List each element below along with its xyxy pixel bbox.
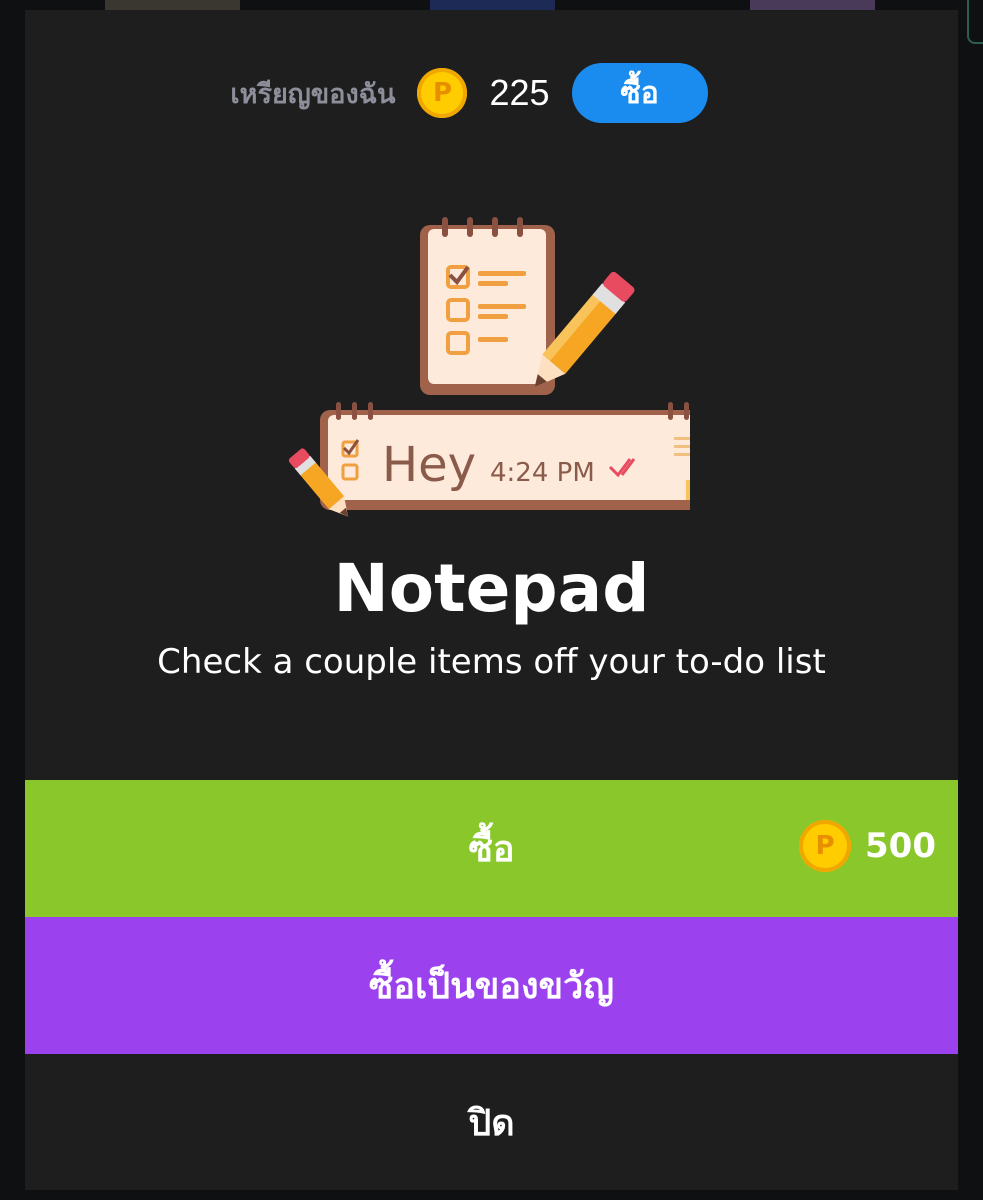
close-button-label: ปิด: [468, 1102, 515, 1144]
my-coins-label: เหรียญของฉัน: [230, 78, 396, 110]
price-tag: P 500: [799, 820, 936, 872]
background-thumbnail: [430, 0, 555, 10]
coin-balance: 225: [489, 72, 550, 113]
illustration-time: 4:24 PM: [490, 458, 595, 488]
buy-as-gift-button[interactable]: ซื้อเป็นของขวัญ: [25, 917, 958, 1054]
coin-icon: P: [417, 68, 468, 118]
notepad-illustration: Hey 4:24 PM: [288, 217, 690, 517]
item-description: Check a couple items off your to-do list: [157, 642, 826, 682]
close-button[interactable]: ปิด: [25, 1054, 958, 1190]
buy-button[interactable]: ซื้อ P 500: [25, 780, 958, 917]
buy-coins-button[interactable]: ซื้อ: [571, 63, 708, 123]
background-thumbnail: [750, 0, 875, 10]
purchase-dialog: เหรียญของฉัน P 225 ซื้อ Hey 4:24 PM Note…: [25, 10, 958, 1190]
illustration-text: Hey: [382, 437, 476, 493]
item-title: Notepad: [333, 550, 650, 627]
buy-button-label: ซื้อ: [468, 829, 515, 870]
gift-button-label: ซื้อเป็นของขวัญ: [368, 966, 615, 1007]
background-thumbnail: [105, 0, 240, 10]
coin-balance-bar: เหรียญของฉัน P 225 ซื้อ: [25, 53, 958, 133]
price-value: 500: [865, 826, 936, 866]
background-edge: [967, 0, 983, 44]
coin-icon: P: [799, 820, 852, 872]
